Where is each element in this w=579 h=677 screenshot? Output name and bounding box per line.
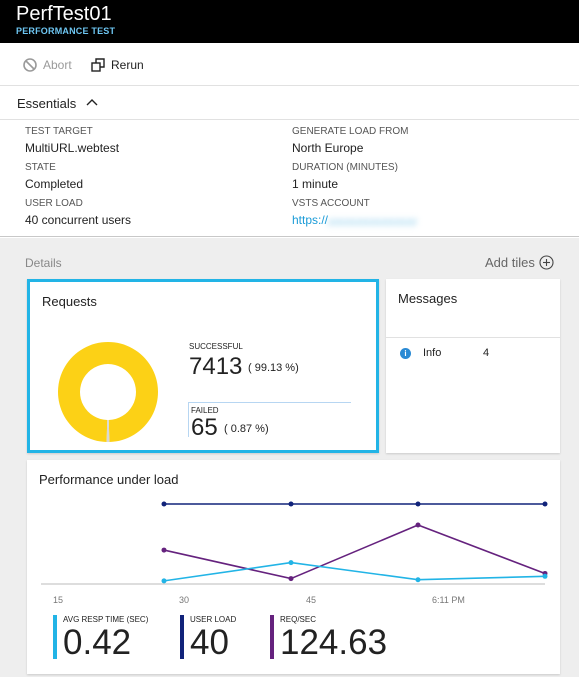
series-point xyxy=(542,501,548,507)
series-point xyxy=(161,547,167,553)
series-point xyxy=(542,573,548,579)
series-point xyxy=(288,560,294,566)
add-tiles-button[interactable]: Add tiles xyxy=(485,255,554,270)
test-target-value: MultiURL.webtest xyxy=(25,141,120,155)
series-point xyxy=(288,576,294,582)
failed-count: 65 xyxy=(191,414,218,441)
failed-percent: ( 0.87 %) xyxy=(224,423,269,435)
performance-tile[interactable]: Performance under load 15 30 45 6:11 PM AVG… xyxy=(27,460,560,674)
chevron-up-icon[interactable] xyxy=(86,97,98,107)
info-icon: i xyxy=(400,347,411,359)
abort-icon xyxy=(23,58,37,72)
x-tick-label: 15 xyxy=(53,595,63,605)
series-line xyxy=(163,561,546,582)
message-info-label: Info xyxy=(423,347,442,359)
duration-key: DURATION (MINUTES) xyxy=(292,162,398,173)
state-value: Completed xyxy=(25,177,84,191)
avg-resp-time-value: 0.42 xyxy=(63,623,132,662)
user-load-value: 40 concurrent users xyxy=(25,213,132,227)
performance-chart: 15 30 45 6:11 PM xyxy=(41,501,548,605)
failed-section: FAILED 65 ( 0.87 %) xyxy=(188,402,351,441)
essentials-header[interactable]: Essentials xyxy=(0,86,579,120)
series-point xyxy=(288,501,294,507)
x-tick-label: 30 xyxy=(179,595,189,605)
rerun-button[interactable]: Rerun xyxy=(90,56,144,74)
add-tiles-label: Add tiles xyxy=(485,255,535,270)
blade-header: PerfTest01 PERFORMANCE TEST xyxy=(0,0,579,43)
test-target-key: TEST TARGET xyxy=(25,126,93,137)
series-point xyxy=(415,577,421,583)
rerun-icon xyxy=(91,58,105,72)
page-title: PerfTest01 xyxy=(16,3,112,25)
successful-percent: ( 99.13 %) xyxy=(248,362,299,374)
req-per-sec-value: 124.63 xyxy=(280,623,388,662)
x-tick-label: 6:11 PM xyxy=(432,595,465,605)
plus-circle-icon xyxy=(539,255,554,270)
generate-load-from-value: North Europe xyxy=(292,141,364,155)
requests-tile[interactable]: Requests SUCCESSFUL 7413 ( 99.13 %) FAIL… xyxy=(27,279,379,453)
user-load-key: USER LOAD xyxy=(25,198,83,209)
requests-donut-chart xyxy=(58,342,158,442)
command-bar: Abort Rerun xyxy=(0,44,579,86)
rerun-label: Rerun xyxy=(111,58,144,72)
redacted-account-url: //////////////////////////////// xyxy=(328,218,417,227)
successful-label: SUCCESSFUL xyxy=(189,342,243,351)
messages-title: Messages xyxy=(398,291,458,306)
req-per-sec-metric: REQ/SEC 124.63 xyxy=(270,615,388,662)
message-row-info[interactable]: i Info 4 xyxy=(400,347,489,359)
messages-divider xyxy=(386,337,560,338)
duration-value: 1 minute xyxy=(292,177,339,191)
x-tick-label: 45 xyxy=(306,595,316,605)
user-load-metric: USER LOAD 40 xyxy=(180,615,236,662)
details-label: Details xyxy=(25,256,62,270)
details-section: Details Add tiles Requests SUCCESSFUL 74… xyxy=(0,238,579,677)
messages-tile[interactable]: Messages i Info 4 xyxy=(386,279,560,453)
user-load-metric-value: 40 xyxy=(190,623,229,662)
essentials-left-column: TEST TARGET MultiURL.webtest STATE Compl… xyxy=(25,125,131,233)
page-subtitle: PERFORMANCE TEST xyxy=(16,26,116,36)
message-info-count: 4 xyxy=(483,347,490,359)
state-key: STATE xyxy=(25,162,56,173)
vsts-account-key: VSTS ACCOUNT xyxy=(292,198,370,209)
series-point xyxy=(161,501,167,507)
abort-label: Abort xyxy=(43,58,72,72)
essentials-panel: TEST TARGET MultiURL.webtest STATE Compl… xyxy=(0,121,579,237)
series-point xyxy=(415,522,421,528)
essentials-right-column: GENERATE LOAD FROM North Europe DURATION… xyxy=(292,125,528,233)
requests-title: Requests xyxy=(42,294,97,309)
abort-button[interactable]: Abort xyxy=(22,56,72,74)
successful-count: 7413 xyxy=(189,353,243,380)
vsts-account-link[interactable]: https:////////////////////////////////// xyxy=(292,211,528,233)
series-point xyxy=(161,578,167,584)
series-point xyxy=(415,501,421,507)
essentials-label: Essentials xyxy=(17,96,77,111)
avg-resp-time-metric: AVG RESP TIME (SEC) 0.42 xyxy=(53,615,148,662)
generate-load-from-key: GENERATE LOAD FROM xyxy=(292,126,409,137)
vsts-account-value: https:// xyxy=(292,213,329,227)
